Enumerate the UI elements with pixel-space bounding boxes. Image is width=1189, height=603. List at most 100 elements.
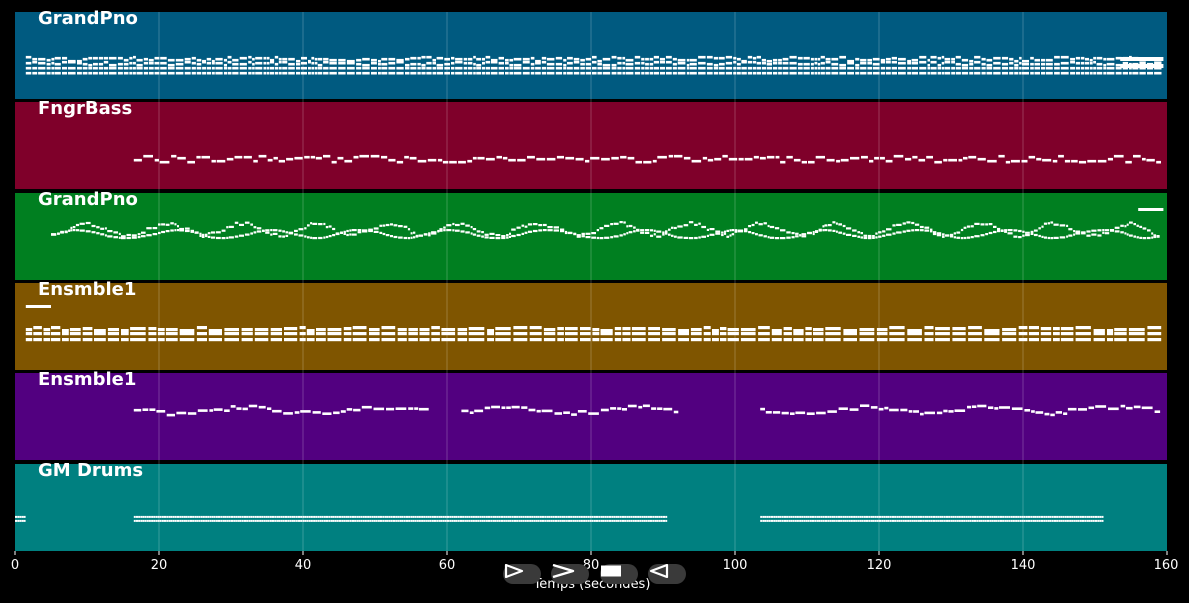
note-block [1128, 338, 1145, 342]
note-block [773, 519, 776, 522]
note-block [554, 412, 562, 415]
note-block [503, 519, 506, 522]
note-block [818, 519, 821, 522]
note-block [421, 519, 424, 522]
note-block [786, 519, 789, 522]
note-block [467, 66, 473, 70]
note-block [1075, 230, 1081, 233]
note-block [310, 155, 316, 159]
note-block [482, 66, 485, 70]
note-block [906, 221, 911, 224]
track-label-grandpno-2: GrandPno [38, 189, 138, 210]
note-block [136, 519, 138, 522]
play-backward-button[interactable] [648, 564, 686, 584]
note-block [650, 234, 654, 237]
note-block [1129, 221, 1133, 224]
note-block [1128, 328, 1145, 332]
note-block [573, 66, 580, 70]
note-block [436, 66, 444, 70]
note-block [611, 63, 617, 67]
note-block [706, 62, 713, 66]
note-block [993, 66, 1001, 70]
note-block [381, 332, 396, 336]
note-block [922, 515, 925, 518]
note-block [521, 232, 525, 235]
note-block [984, 332, 1000, 336]
note-block [227, 71, 232, 75]
note-block [585, 62, 592, 66]
note-block [255, 61, 263, 65]
note-block [524, 519, 527, 522]
note-block [152, 233, 158, 236]
note-block [522, 519, 525, 522]
note-block [810, 62, 814, 66]
note-block [886, 233, 892, 236]
fast-forward-button[interactable] [551, 564, 589, 584]
note-block [369, 515, 372, 518]
note-block [825, 327, 841, 331]
note-block [922, 519, 925, 522]
note-block [25, 55, 32, 59]
note-block [343, 332, 352, 336]
note-block [33, 332, 42, 336]
note-block [426, 66, 432, 70]
note-block [654, 515, 657, 518]
note-block [989, 519, 992, 522]
note-block [1110, 229, 1114, 232]
note-block [472, 156, 477, 160]
note-block [256, 519, 259, 522]
note-block [479, 519, 482, 522]
note-block [955, 66, 961, 70]
note-block [328, 225, 332, 228]
note-block [79, 229, 85, 232]
note-block [69, 328, 81, 332]
note-block [736, 71, 741, 75]
note-block [431, 332, 440, 336]
note-block [396, 66, 404, 70]
note-block [201, 235, 205, 238]
note-block [270, 229, 273, 232]
note-block [46, 58, 51, 62]
note-block [190, 519, 192, 522]
note-block [623, 233, 626, 236]
note-block [107, 332, 119, 336]
play-forward-button[interactable] [503, 564, 541, 584]
note-block [535, 519, 538, 522]
note-block [1093, 338, 1105, 342]
note-block [1103, 71, 1107, 75]
note-block [25, 305, 51, 308]
note-block [878, 235, 882, 238]
note-block [782, 61, 789, 65]
note-block [476, 63, 482, 67]
note-block [944, 60, 951, 64]
note-block [444, 519, 447, 522]
note-block [1011, 407, 1023, 410]
note-block [855, 66, 860, 70]
note-block [253, 159, 258, 163]
note-block [312, 237, 318, 240]
note-block [993, 225, 997, 228]
note-block [1070, 60, 1075, 64]
note-block [1075, 61, 1081, 65]
note-block [859, 338, 875, 342]
note-block [314, 57, 318, 61]
note-block [556, 155, 564, 159]
note-block [157, 515, 160, 518]
note-block [1008, 515, 1011, 518]
note-block [974, 71, 981, 75]
note-block [762, 515, 765, 518]
note-block [401, 519, 404, 522]
note-block [458, 160, 466, 164]
note-block [54, 66, 61, 70]
note-block [490, 519, 493, 522]
note-block [885, 515, 888, 518]
note-block [388, 57, 396, 61]
note-block [261, 515, 264, 518]
note-block [160, 66, 167, 70]
note-block [677, 236, 683, 239]
note-block [362, 515, 365, 518]
note-block [356, 71, 362, 75]
stop-button[interactable] [600, 564, 638, 584]
note-block [285, 519, 287, 522]
note-block [713, 56, 719, 60]
